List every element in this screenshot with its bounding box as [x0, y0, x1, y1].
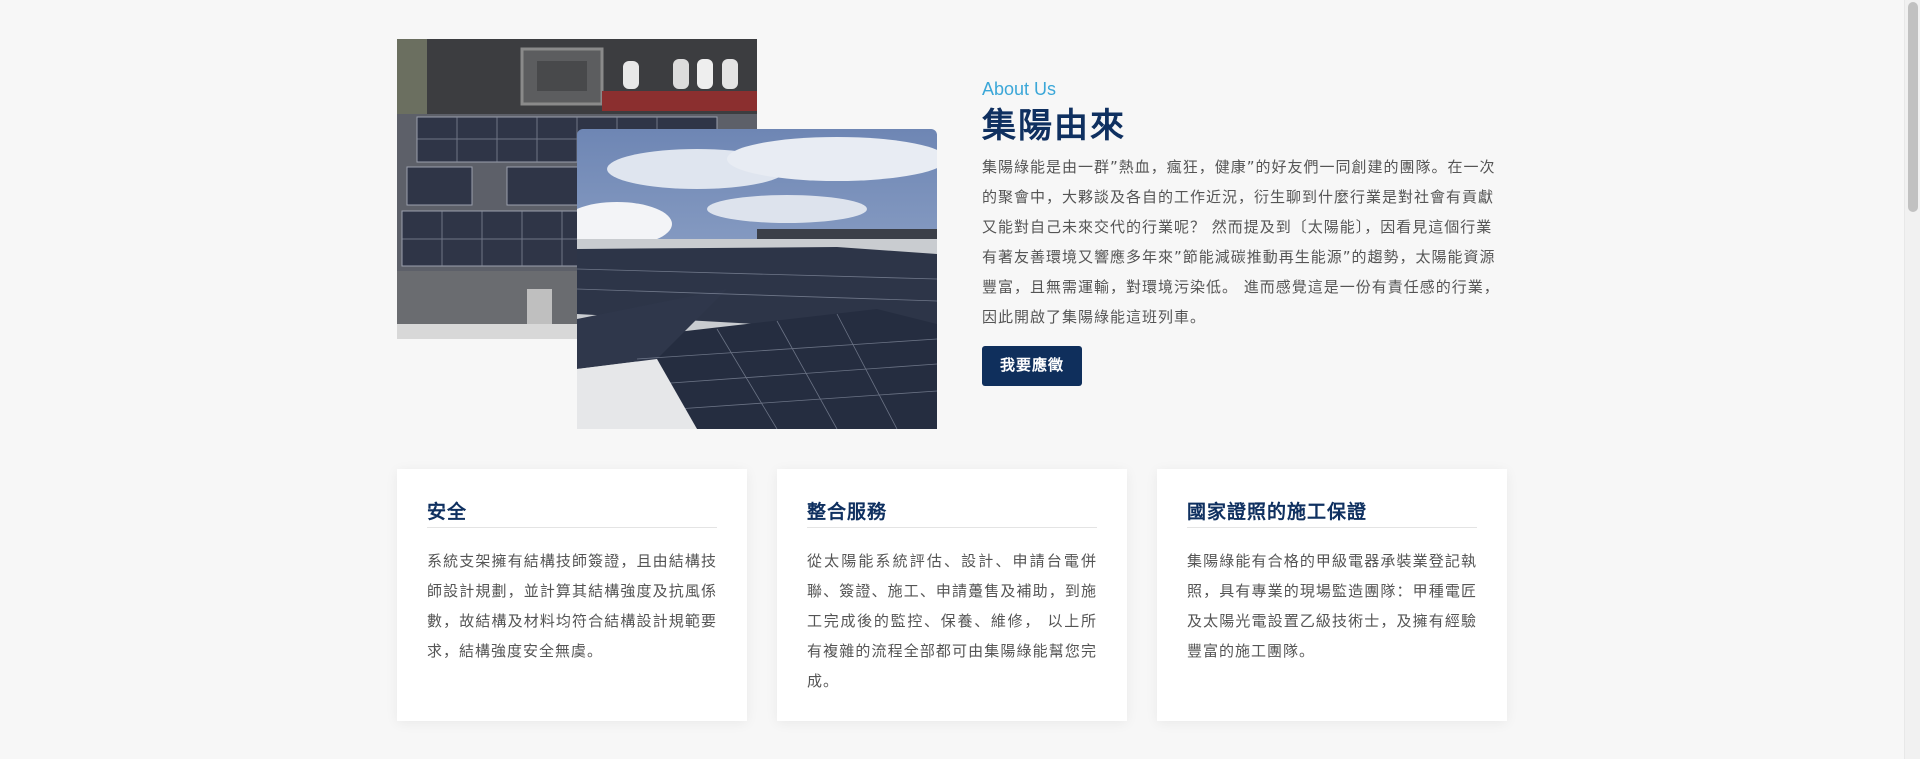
feature-card-certified-construction: 國家證照的施工保證 集陽綠能有合格的甲級電器承裝業登記執照，具有專業的現場監造團… [1157, 469, 1507, 721]
about-eyebrow: About Us [982, 79, 1057, 99]
about-title: 集陽由來 [982, 106, 1126, 146]
solar-array-sky-photo [577, 129, 937, 429]
scrollbar-thumb[interactable] [1908, 2, 1918, 212]
card-description: 從太陽能系統評估、設計、申請台電併聯、簽證、施工、申請躉售及補助，到施工完成後的… [807, 552, 1097, 690]
vertical-scrollbar[interactable] [1904, 0, 1920, 759]
card-title: 整合服務 [807, 499, 1097, 528]
apply-button[interactable]: 我要應徵 [982, 346, 1083, 386]
page: About Us 集陽由來 集陽綠能是由一群”熱血，瘋狂，健康”的好友們一同創建… [0, 0, 1904, 759]
card-description: 集陽綠能有合格的甲級電器承裝業登記執照，具有專業的現場監造團隊：甲種電匠及太陽光… [1187, 552, 1477, 660]
about-description: 集陽綠能是由一群”熱血，瘋狂，健康”的好友們一同創建的團隊。在一次的聚會中，大夥… [982, 158, 1500, 326]
feature-card-safety: 安全 系統支架擁有結構技師簽證，且由結構技師設計規劃，並計算其結構強度及抗風係數… [397, 469, 747, 721]
about-section: About Us 集陽由來 集陽綠能是由一群”熱血，瘋狂，健康”的好友們一同創建… [982, 78, 1502, 386]
card-title: 國家證照的施工保證 [1187, 499, 1477, 528]
card-title: 安全 [427, 499, 717, 528]
card-description: 系統支架擁有結構技師簽證，且由結構技師設計規劃，並計算其結構強度及抗風係數，故結… [427, 552, 717, 660]
feature-card-integrated-service: 整合服務 從太陽能系統評估、設計、申請台電併聯、簽證、施工、申請躉售及補助，到施… [777, 469, 1127, 721]
